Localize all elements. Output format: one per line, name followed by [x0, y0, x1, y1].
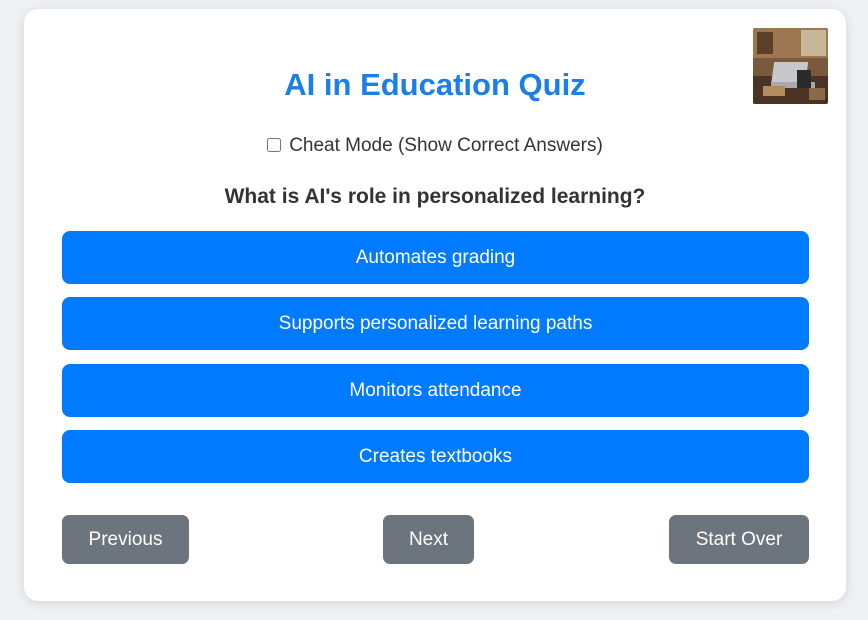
- quiz-card: AI in Education Quiz Cheat Mode (Show Co…: [24, 9, 846, 601]
- cheat-mode-checkbox[interactable]: [267, 138, 282, 152]
- answer-option-4[interactable]: Creates textbooks: [62, 430, 809, 483]
- answer-option-3[interactable]: Monitors attendance: [62, 364, 809, 417]
- question-text: What is AI's role in personalized learni…: [224, 185, 646, 208]
- cheat-mode-label: Cheat Mode (Show Correct Answers): [289, 135, 603, 156]
- previous-button[interactable]: Previous: [62, 515, 189, 564]
- cheat-mode-toggle[interactable]: Cheat Mode (Show Correct Answers): [24, 135, 846, 157]
- answer-option-1[interactable]: Automates grading: [62, 231, 809, 284]
- answer-option-2[interactable]: Supports personalized learning paths: [62, 297, 809, 350]
- start-over-button[interactable]: Start Over: [669, 515, 809, 564]
- cheat-mode-label-wrapper[interactable]: Cheat Mode (Show Correct Answers): [267, 135, 603, 156]
- page-title: AI in Education Quiz: [284, 67, 586, 102]
- next-button[interactable]: Next: [383, 515, 474, 564]
